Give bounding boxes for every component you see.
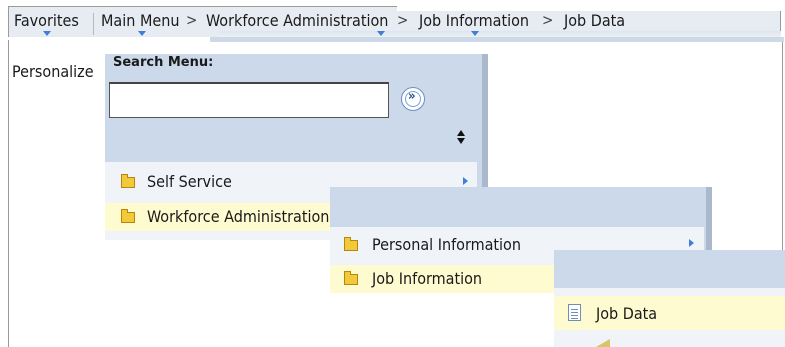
document-icon xyxy=(568,304,581,321)
double-chevron-icon: » xyxy=(408,89,416,104)
menu-item-job-information[interactable]: Job Information xyxy=(330,265,554,293)
submenu-arrow-icon xyxy=(463,177,468,185)
favorites-menu[interactable]: Favorites xyxy=(14,11,79,30)
search-menu-label: Search Menu: xyxy=(113,55,214,70)
breadcrumb-job-information[interactable]: Job Information xyxy=(419,11,529,30)
job-information-dropdown-icon[interactable] xyxy=(471,31,479,36)
breadcrumb-divider xyxy=(93,13,94,35)
menu-item-label: Personal Information xyxy=(372,235,521,254)
breadcrumb-job-data[interactable]: Job Data xyxy=(564,11,625,30)
menu-item-label: Job Data xyxy=(596,304,658,323)
favorites-dropdown-icon[interactable] xyxy=(43,31,51,36)
menu-item-workforce-administration[interactable]: Workforce Administration xyxy=(105,203,330,231)
breadcrumb-workforce-administration[interactable]: Workforce Administration xyxy=(206,11,388,30)
breadcrumb-separator: > xyxy=(186,11,198,29)
partial-menu-icon xyxy=(596,337,610,347)
sort-icon[interactable] xyxy=(457,128,467,146)
folder-icon xyxy=(121,174,135,188)
folder-icon xyxy=(344,271,358,285)
menu-item-label: Job Information xyxy=(372,269,483,288)
submenu-arrow-icon xyxy=(689,239,694,247)
breadcrumb-separator: > xyxy=(397,11,409,29)
main-menu-dropdown-icon[interactable] xyxy=(138,31,146,36)
personalize-link[interactable]: Personalize xyxy=(12,62,94,81)
search-go-button[interactable]: » xyxy=(401,87,425,111)
main-menu[interactable]: Main Menu xyxy=(101,11,179,30)
header-strip xyxy=(210,37,784,42)
workforce-dropdown-icon[interactable] xyxy=(377,31,385,36)
breadcrumb-separator: > xyxy=(542,11,554,29)
breadcrumb: Favorites Main Menu > Workforce Administ… xyxy=(8,6,783,38)
search-menu-input[interactable] xyxy=(109,82,389,118)
menu-item-label: Workforce Administration xyxy=(147,207,330,226)
folder-icon xyxy=(344,237,358,251)
folder-icon xyxy=(121,209,135,223)
menu-item-job-data[interactable]: Job Data xyxy=(554,296,785,330)
menu-item-label: Self Service xyxy=(147,172,232,191)
